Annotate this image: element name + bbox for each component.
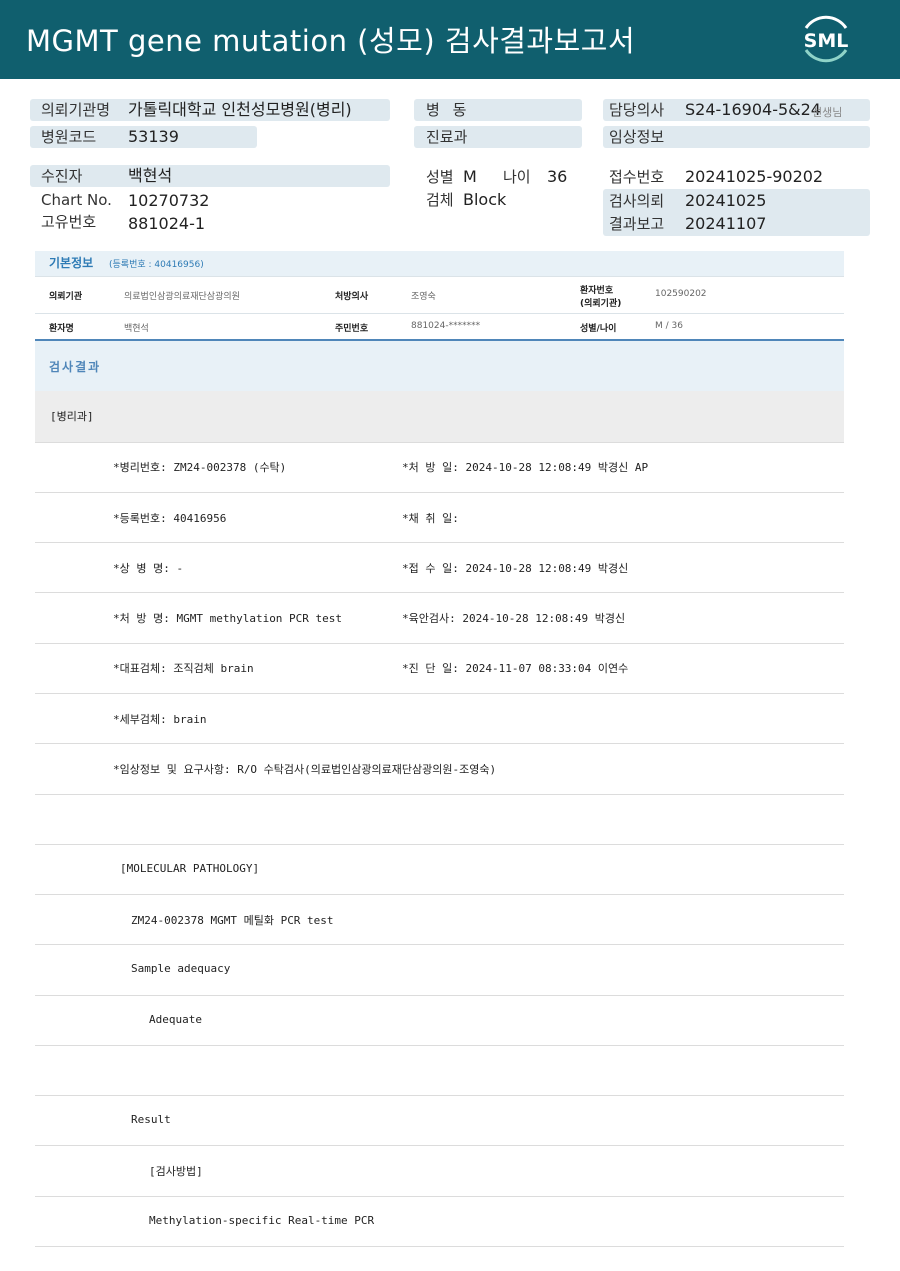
basic-info-title: 기본정보 bbox=[49, 256, 94, 270]
method-value: Methylation-specific Real-time PCR bbox=[149, 1214, 375, 1227]
basic-org-label: 의뢰기관 bbox=[49, 292, 83, 302]
diagnosis-name: *상 병 명: - bbox=[113, 562, 184, 575]
clinical-info: *임상정보 및 요구사항: R/O 수탁검사(의료법인삼광의료재단삼광의원-조영… bbox=[113, 763, 497, 776]
dept-row: [병리과] bbox=[35, 391, 844, 442]
dept-label: [병리과] bbox=[50, 410, 94, 423]
divider bbox=[35, 276, 844, 277]
dept-label: 진료과 bbox=[426, 128, 468, 146]
divider bbox=[35, 643, 844, 644]
divider bbox=[35, 995, 844, 996]
basic-sex-age-value: M / 36 bbox=[655, 321, 683, 331]
divider bbox=[35, 592, 844, 593]
hospital-code-label: 병원코드 bbox=[41, 128, 97, 146]
uid-label: 고유번호 bbox=[41, 213, 97, 231]
patient-label: 수진자 bbox=[41, 167, 83, 185]
result-header: 검사결과 bbox=[35, 339, 844, 391]
request-org-value: 가톨릭대학교 인천성모병원(병리) bbox=[128, 100, 352, 119]
specimen-label: 검체 bbox=[426, 191, 454, 209]
divider bbox=[35, 442, 844, 443]
method-label: [검사방법] bbox=[149, 1165, 203, 1178]
divider bbox=[35, 1045, 844, 1046]
order-date: *처 방 일: 2024-10-28 12:08:49 박경신 AP bbox=[402, 461, 649, 474]
basic-info-header: 기본정보 (등록번호 : 40416956) bbox=[35, 251, 844, 276]
divider bbox=[35, 1145, 844, 1146]
divider bbox=[35, 794, 844, 795]
uid-value: 881024-1 bbox=[128, 214, 206, 233]
chart-value: 10270732 bbox=[128, 191, 210, 210]
clinical-label: 임상정보 bbox=[609, 128, 665, 146]
receipt-date: *접 수 일: 2024-10-28 12:08:49 박경신 bbox=[402, 562, 629, 575]
pathology-number: *병리번호: ZM24-002378 (수탁) bbox=[113, 461, 287, 474]
hospital-code-value: 53139 bbox=[128, 127, 179, 146]
doctor-value: S24-16904-5&24 bbox=[685, 100, 821, 119]
basic-patient-name-value: 백현석 bbox=[124, 324, 149, 334]
divider bbox=[35, 693, 844, 694]
molecular-test: ZM24-002378 MGMT 메틸화 PCR test bbox=[131, 914, 334, 927]
doctor-label: 담당의사 bbox=[609, 101, 665, 119]
basic-rrn-label: 주민번호 bbox=[335, 324, 369, 334]
divider bbox=[35, 1196, 844, 1197]
basic-patient-name-label: 환자명 bbox=[49, 324, 74, 334]
gross-exam: *육안검사: 2024-10-28 12:08:49 박경신 bbox=[402, 612, 626, 625]
report-value: 20241107 bbox=[685, 214, 767, 233]
sample-adequacy-value: Adequate bbox=[149, 1013, 202, 1026]
logo-text: SML bbox=[804, 30, 849, 52]
age-value: 36 bbox=[547, 167, 568, 186]
registration-number: *등록번호: 40416956 bbox=[113, 512, 227, 525]
divider bbox=[35, 844, 844, 845]
basic-info-reg: (등록번호 : 40416956) bbox=[109, 260, 204, 270]
request-org-label: 의뢰기관명 bbox=[41, 101, 111, 119]
report-header: MGMT gene mutation (성모) 검사결과보고서 SML bbox=[0, 0, 900, 79]
report-title: MGMT gene mutation (성모) 검사결과보고서 bbox=[26, 24, 636, 58]
molecular-pathology-header: [MOLECULAR PATHOLOGY] bbox=[120, 862, 260, 875]
divider bbox=[35, 492, 844, 493]
receipt-value: 20241025-90202 bbox=[685, 167, 824, 186]
sample-adequacy-label: Sample adequacy bbox=[131, 962, 231, 975]
result-title: 검사결과 bbox=[49, 360, 102, 374]
divider bbox=[35, 743, 844, 744]
test-request-label: 검사의뢰 bbox=[609, 192, 665, 210]
report-label: 결과보고 bbox=[609, 215, 665, 233]
divider bbox=[35, 894, 844, 895]
divider bbox=[35, 944, 844, 945]
order-name: *처 방 명: MGMT methylation PCR test bbox=[113, 612, 343, 625]
divider bbox=[35, 1246, 844, 1247]
chart-label: Chart No. bbox=[41, 191, 112, 209]
collect-date: *채 취 일: bbox=[402, 512, 459, 525]
basic-sex-age-label: 성별/나이 bbox=[580, 324, 617, 334]
basic-presc-doc-label: 처방의사 bbox=[335, 292, 369, 302]
specimen-value: Block bbox=[463, 190, 507, 209]
sex-value: M bbox=[463, 167, 477, 186]
diagnosis-date: *진 단 일: 2024-11-07 08:33:04 이연수 bbox=[402, 662, 629, 675]
basic-patient-no-value: 102590202 bbox=[655, 289, 707, 299]
basic-rrn-value: 881024-******* bbox=[411, 321, 481, 331]
patient-bar bbox=[30, 165, 390, 187]
age-label: 나이 bbox=[503, 168, 531, 186]
ward-label: 병 동 bbox=[426, 101, 467, 119]
divider bbox=[35, 1095, 844, 1096]
sml-logo-icon: SML bbox=[804, 15, 849, 63]
divider bbox=[35, 542, 844, 543]
basic-presc-doc-value: 조영숙 bbox=[411, 292, 436, 302]
test-request-value: 20241025 bbox=[685, 191, 767, 210]
sex-label: 성별 bbox=[426, 168, 454, 186]
basic-patient-no-label: 환자번호 bbox=[580, 286, 614, 296]
sub-specimen: *세부검체: brain bbox=[113, 713, 207, 726]
receipt-label: 접수번호 bbox=[609, 168, 665, 186]
result-label: Result bbox=[131, 1113, 171, 1126]
basic-org-value: 의료법인삼광의료재단삼광의원 bbox=[124, 292, 240, 302]
basic-patient-no-label-sub: (의뢰기관) bbox=[580, 299, 622, 309]
main-specimen: *대표검체: 조직검체 brain bbox=[113, 662, 254, 675]
doctor-suffix: 선생님 bbox=[812, 106, 843, 119]
patient-value: 백현석 bbox=[128, 166, 173, 185]
divider bbox=[35, 313, 844, 314]
